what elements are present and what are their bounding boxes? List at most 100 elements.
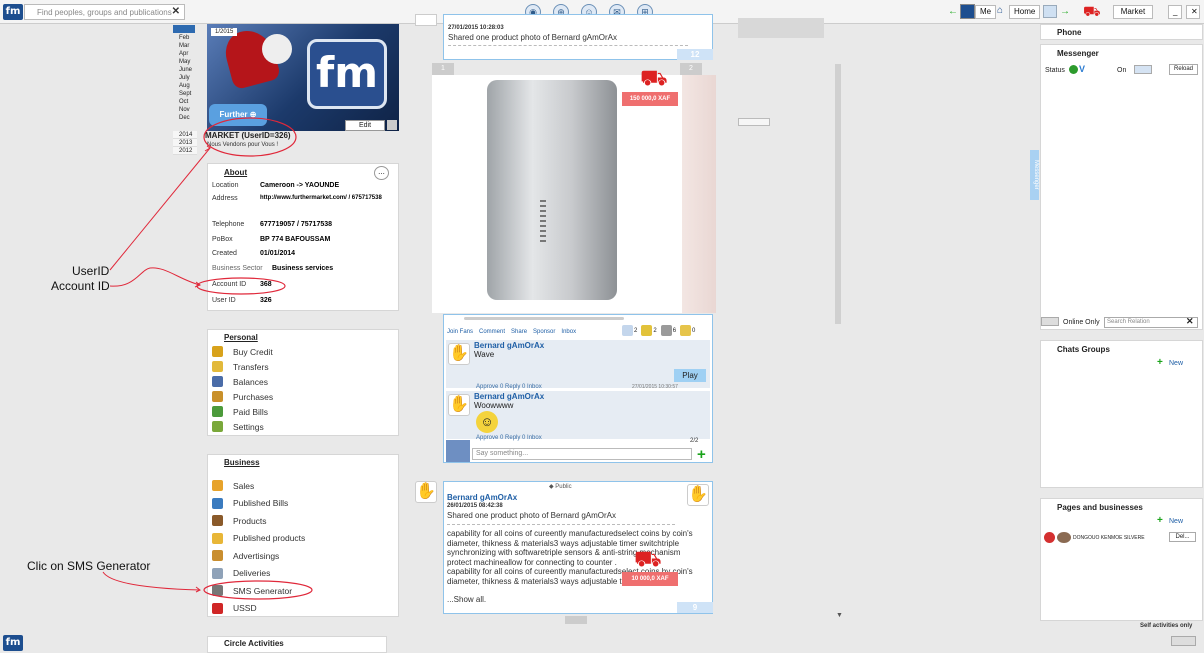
feed-scrollbar[interactable]: [835, 64, 841, 324]
post-stat[interactable]: 6: [660, 325, 677, 336]
new-group-button[interactable]: New: [1169, 360, 1183, 367]
userid-arrow: [109, 147, 211, 271]
post2-author-avatar[interactable]: ✋: [687, 484, 709, 506]
search-relation-clear-icon[interactable]: ✕: [1186, 316, 1194, 327]
self-activities-label: Self activities only: [1140, 623, 1193, 629]
post2-cart-icon[interactable]: ⛟: [634, 546, 662, 575]
on-label: On: [1117, 67, 1127, 74]
chats-groups-panel: Chats Groups + New: [1040, 340, 1203, 488]
comment-2-author[interactable]: Bernard gAmOrAx: [474, 392, 544, 401]
comment-2-meta[interactable]: Approve 0 Reply 0 Inbox: [476, 435, 542, 441]
new-page-icon[interactable]: +: [1157, 515, 1163, 526]
status-check-icon: V: [1079, 64, 1086, 74]
post2-count[interactable]: 9: [677, 602, 713, 613]
image-scroll[interactable]: [464, 317, 624, 320]
post2-text: Shared one product photo of Bernard gAmO…: [447, 511, 616, 520]
self-activities-toggle[interactable]: [1171, 636, 1196, 646]
footer-logo[interactable]: fm: [3, 635, 23, 651]
share-icon: [660, 325, 672, 336]
post-action-join-fans[interactable]: Join Fans: [447, 329, 473, 335]
comment-1-avatar[interactable]: ✋: [448, 343, 470, 365]
feed-bottom-handle[interactable]: [565, 616, 587, 624]
mini-controls[interactable]: [738, 118, 770, 126]
post2-show-all[interactable]: ...Show all.: [447, 595, 486, 604]
post-action-inbox[interactable]: Inbox: [561, 329, 576, 335]
post1-divider: [448, 45, 688, 46]
comment-2: ✋ Bernard gAmOrAx Woowwww ☺ Approve 0 Re…: [446, 391, 710, 441]
image-prev[interactable]: 1: [432, 63, 454, 75]
thumbs-up-icon: [622, 325, 633, 336]
post1-avatar[interactable]: [415, 14, 437, 26]
post-stat-count: 0: [692, 327, 696, 334]
page-name[interactable]: DONGOUO KENMOE SILVERE: [1073, 535, 1145, 541]
userid-arrowhead: [204, 145, 211, 152]
delete-page-button[interactable]: Del...: [1169, 532, 1196, 542]
on-toggle[interactable]: [1134, 65, 1152, 74]
phone-title[interactable]: Phone: [1057, 28, 1081, 37]
next-image-peek: [682, 75, 716, 313]
post2-date: 26/01/2015 08:42:38: [447, 503, 503, 509]
post1-actions: Join Fans Comment Share Sponsor Inbox: [447, 329, 576, 335]
computer-tower: [487, 80, 617, 300]
status-label: Status: [1045, 67, 1065, 74]
my-avatar: [446, 440, 470, 462]
accountid-arrow: [109, 267, 201, 287]
post-action-share[interactable]: Share: [511, 329, 527, 335]
post-stat[interactable]: 2: [641, 325, 657, 336]
scroll-down-icon[interactable]: ▼: [836, 612, 843, 619]
comment-input[interactable]: Say something...: [472, 448, 692, 460]
comment-page-count: 2/2: [690, 438, 699, 444]
post-action-comment[interactable]: Comment: [479, 329, 505, 335]
page-avatar-2[interactable]: [1057, 532, 1071, 543]
smile-icon: [641, 325, 653, 336]
post-stat-count: 2: [634, 327, 638, 334]
cart-icon[interactable]: ⛟: [640, 65, 668, 94]
comment-2-avatar[interactable]: ✋: [448, 394, 470, 416]
online-only-toggle[interactable]: [1041, 317, 1059, 326]
comment-1-meta[interactable]: Approve 0 Reply 0 Inbox: [476, 384, 542, 390]
post-stat-count: 2: [653, 327, 657, 334]
online-status-icon[interactable]: [1069, 65, 1078, 74]
pages-panel: Pages and businesses + New DONGOUO KENMO…: [1040, 498, 1203, 621]
public-label: Public: [555, 484, 572, 490]
post-stat[interactable]: 0: [680, 325, 695, 336]
userid-annotation: UserID: [72, 264, 110, 278]
post-stat[interactable]: 2: [622, 325, 637, 336]
post1-header: 27/01/2015 10:28:03 Shared one product p…: [443, 14, 713, 60]
search-relation-input[interactable]: Search Relation: [1104, 317, 1198, 328]
tower-ports: [540, 200, 546, 245]
post1-body: Join Fans Comment Share Sponsor Inbox 2 2 6 0 ✋…: [443, 314, 713, 463]
comment-1: ✋ Bernard gAmOrAx Wave Play Approve 0 Re…: [446, 340, 710, 390]
post1-text: Shared one product photo of Bernard gAmO…: [448, 33, 617, 42]
play-button[interactable]: Play: [674, 369, 706, 382]
page-avatar-1[interactable]: [1044, 532, 1055, 543]
sms-arrow: [102, 571, 201, 591]
online-only-label: Online Only: [1063, 319, 1100, 326]
new-group-icon[interactable]: +: [1157, 357, 1163, 368]
post-action-sponsor[interactable]: Sponsor: [533, 329, 555, 335]
post2-author[interactable]: Bernard gAmOrAx: [447, 493, 517, 502]
post1-count[interactable]: 12: [677, 49, 713, 60]
post1-price: 150 000,0 XAF: [622, 92, 678, 106]
post2-divider: [447, 524, 675, 525]
sms-highlight: [203, 580, 313, 600]
post1-stats: 2 2 6 0: [622, 325, 695, 336]
note-icon: [680, 325, 692, 336]
chats-groups-title: Chats Groups: [1057, 345, 1110, 354]
image-next[interactable]: 2: [680, 63, 702, 75]
comment-1-text: Wave: [474, 350, 495, 359]
userid-highlight: [203, 117, 297, 157]
post2-card: ◆ Public ✋ Bernard gAmOrAx 26/01/2015 08…: [443, 481, 713, 614]
side-thumbnail[interactable]: [738, 18, 824, 38]
reload-button[interactable]: Reload: [1169, 64, 1198, 75]
messenger-title: Messenger: [1057, 49, 1099, 58]
post1-date: 27/01/2015 10:28:03: [448, 25, 504, 31]
messenger-side-tab[interactable]: Messenger: [1030, 150, 1039, 200]
comment-1-author[interactable]: Bernard gAmOrAx: [474, 341, 544, 350]
post2-avatar[interactable]: ✋: [415, 481, 437, 503]
post-stat-count: 6: [672, 327, 677, 334]
new-page-button[interactable]: New: [1169, 518, 1183, 525]
comment-2-text: Woowwww: [474, 401, 514, 410]
product-image[interactable]: ⛟ 150 000,0 XAF: [432, 65, 682, 313]
add-comment-icon[interactable]: +: [697, 446, 706, 463]
